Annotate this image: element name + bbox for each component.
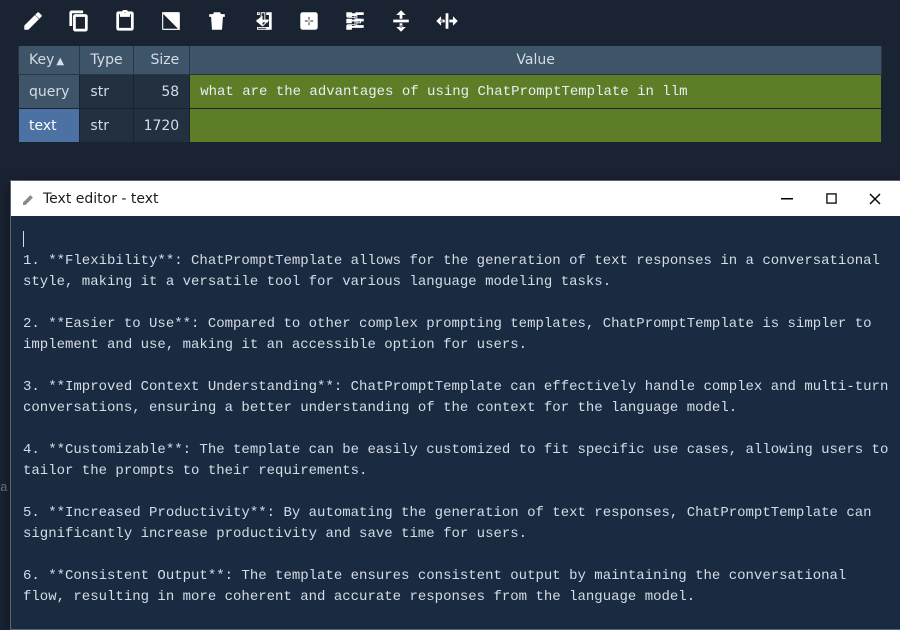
paste-icon[interactable]: [114, 10, 136, 32]
cell-type[interactable]: str: [80, 75, 133, 109]
cell-key[interactable]: query: [19, 75, 80, 109]
cell-size[interactable]: 1720: [133, 109, 190, 143]
editor-title-text: Text editor - text: [43, 191, 765, 207]
table-header-row: Key▲ Type Size Value: [19, 46, 882, 75]
toolbar: [0, 0, 900, 46]
cell-value[interactable]: what are the advantages of using ChatPro…: [190, 75, 882, 109]
col-key[interactable]: Key▲: [19, 46, 80, 75]
col-size[interactable]: Size: [133, 46, 190, 75]
cell-key[interactable]: text: [19, 109, 80, 143]
copy-icon[interactable]: [68, 10, 90, 32]
text-caret: [23, 231, 24, 247]
contrast-icon[interactable]: [160, 10, 182, 32]
edit-icon[interactable]: [22, 10, 44, 32]
sort-asc-icon: ▲: [56, 56, 64, 67]
table-row[interactable]: query str 58 what are the advantages of …: [19, 75, 882, 109]
cell-size[interactable]: 58: [133, 75, 190, 109]
insert-col-icon[interactable]: [436, 10, 458, 32]
import-icon[interactable]: [252, 10, 274, 32]
editor-icon: [21, 191, 37, 207]
editor-titlebar[interactable]: Text editor - text: [11, 181, 900, 216]
tree-icon[interactable]: [344, 10, 366, 32]
text-editor-window: Text editor - text 1. **Flexibility**: C…: [10, 180, 900, 630]
minimize-button[interactable]: [765, 181, 809, 216]
col-type[interactable]: Type: [80, 46, 133, 75]
insert-row-icon[interactable]: [390, 10, 412, 32]
editor-text[interactable]: 1. **Flexibility**: ChatPromptTemplate a…: [11, 216, 900, 629]
maximize-button[interactable]: [809, 181, 853, 216]
cell-value[interactable]: [190, 109, 882, 143]
col-value[interactable]: Value: [190, 46, 882, 75]
table-row[interactable]: text str 1720: [19, 109, 882, 143]
delete-icon[interactable]: [206, 10, 228, 32]
cell-type[interactable]: str: [80, 109, 133, 143]
variable-table: Key▲ Type Size Value query str 58 what a…: [0, 46, 900, 155]
close-button[interactable]: [853, 181, 897, 216]
add-icon[interactable]: [298, 10, 320, 32]
